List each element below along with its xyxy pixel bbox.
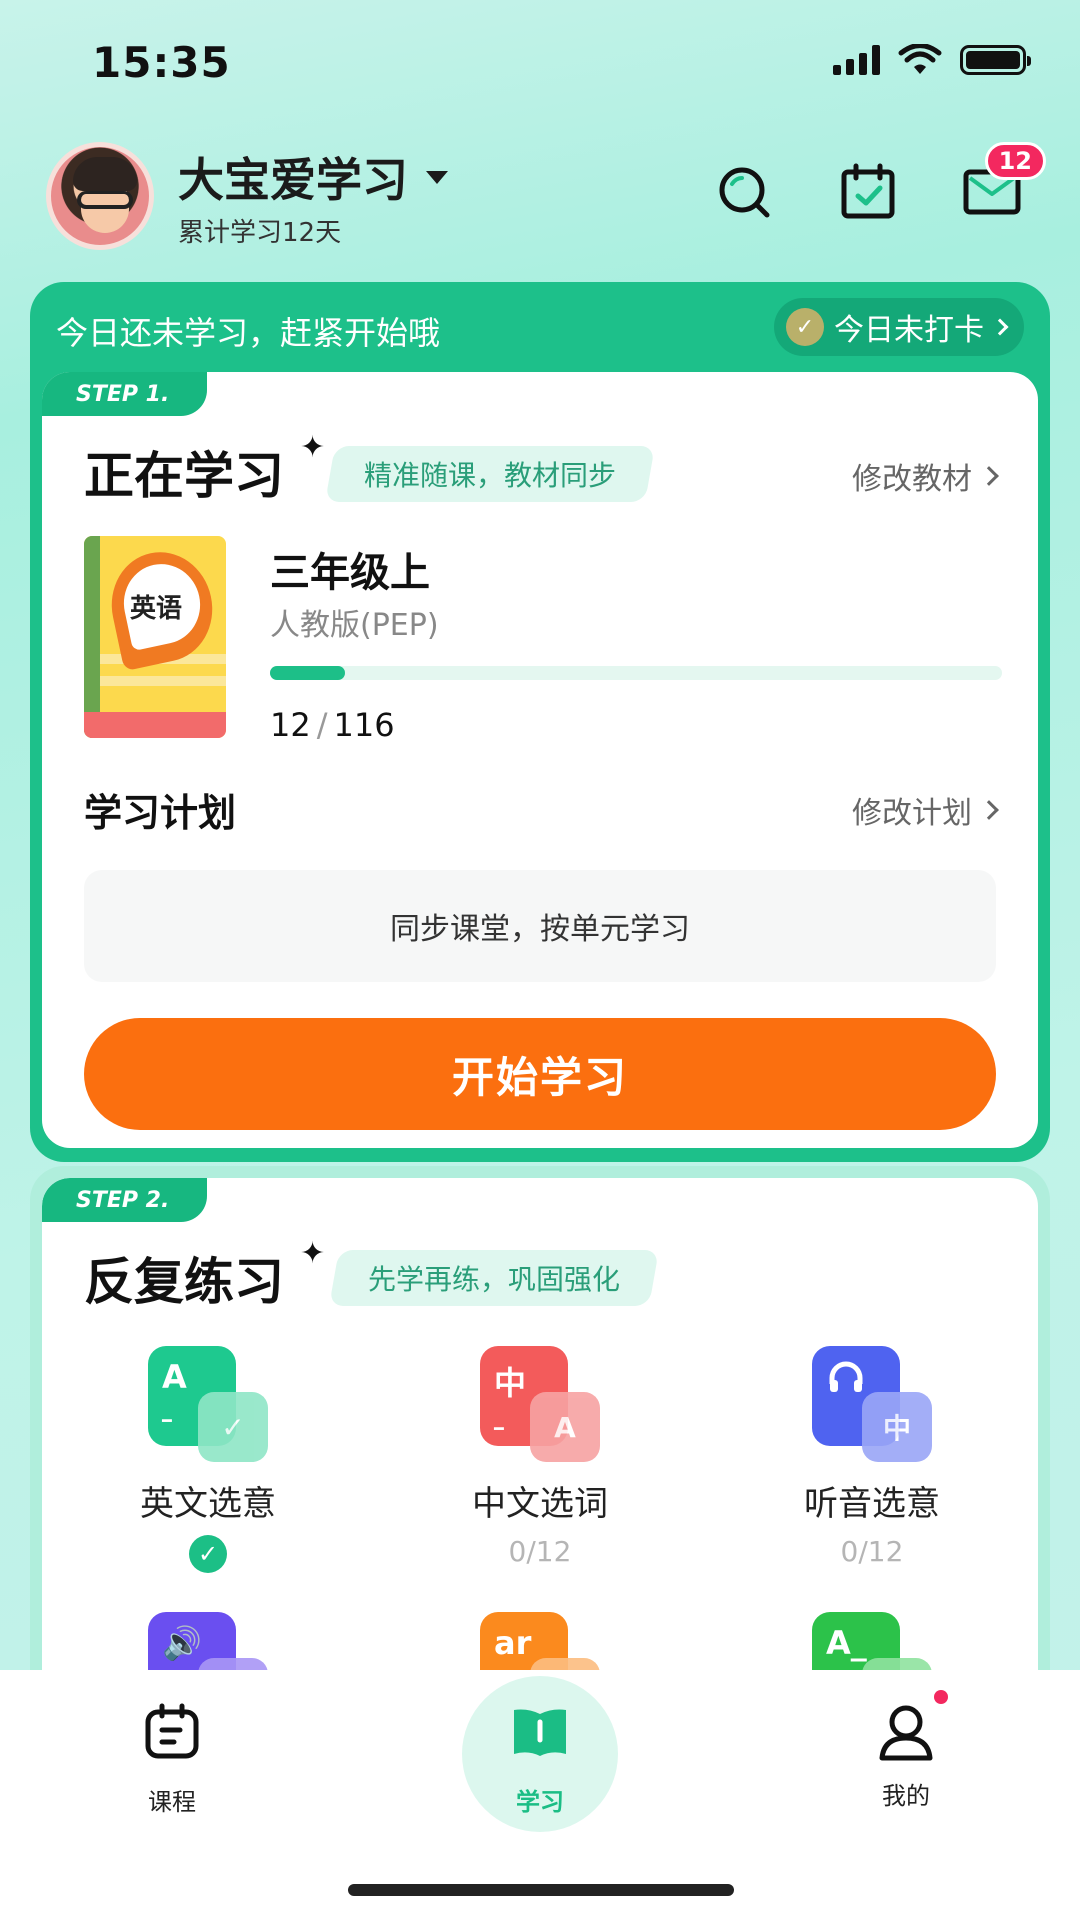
book-icon <box>514 1709 566 1756</box>
status-time: 15:35 <box>92 38 231 87</box>
completed-check-icon: ✓ <box>189 1535 227 1573</box>
change-plan-link[interactable]: 修改计划 <box>852 788 999 832</box>
tab-label: 我的 <box>882 1782 930 1810</box>
step-label: STEP 2. <box>42 1178 208 1222</box>
edition-label: 人教版(PEP) <box>270 608 439 643</box>
chevron-right-icon <box>979 466 999 486</box>
message-button[interactable]: 12 <box>960 142 1046 224</box>
calendar-icon <box>145 1703 199 1759</box>
sparkle-icon: ✦ <box>300 430 326 465</box>
signal-icon <box>833 45 880 75</box>
progress-count: 12/116 <box>270 706 395 744</box>
exercise-english-choice[interactable]: A ━ ━ ✓ 英文选意 ✓ <box>58 1346 358 1573</box>
grade-label: 三年级上 <box>270 550 430 596</box>
tab-label: 课程 <box>148 1788 196 1816</box>
status-icons <box>833 44 1031 76</box>
progress-total: 116 <box>333 706 395 744</box>
start-study-button[interactable]: 开始学习 <box>84 1018 996 1130</box>
status-bar: 15:35 <box>0 0 1080 110</box>
tab-bar: 课程 学习 我的 <box>0 1670 1080 1920</box>
progress-current: 12 <box>270 706 311 744</box>
tab-label: 学习 <box>516 1788 564 1816</box>
section-title: 正在学习 <box>84 447 284 505</box>
study-reminder: 今日还未学习，赶紧开始哦 <box>56 314 441 352</box>
change-plan-label: 修改计划 <box>852 796 972 831</box>
plan-description: 同步课堂，按单元学习 <box>84 870 996 982</box>
battery-icon <box>960 45 1031 75</box>
progress-fill <box>270 666 346 680</box>
calendar-check-icon[interactable] <box>836 160 900 224</box>
today-study-card: 今日还未学习，赶紧开始哦 ✓ 今日未打卡 STEP 1. 正在学习 ✦ 精准随课… <box>30 282 1050 1162</box>
chevron-right-icon <box>991 318 1009 336</box>
notification-dot <box>934 1690 948 1704</box>
username: 大宝爱学习 <box>178 153 408 207</box>
exercise-listen-choice[interactable]: 中 听音选意 0/12 <box>722 1346 1022 1568</box>
change-textbook-link[interactable]: 修改教材 <box>852 454 999 498</box>
chevron-right-icon <box>979 800 999 820</box>
message-count-badge: 12 <box>984 142 1046 180</box>
plan-title: 学习计划 <box>84 791 237 835</box>
exercise-label: 中文选词 <box>472 1484 608 1524</box>
search-icon[interactable] <box>712 160 776 224</box>
sparkle-icon: ✦ <box>300 1236 326 1271</box>
user-icon <box>874 1690 948 1764</box>
caret-down-icon <box>426 170 448 184</box>
wifi-icon <box>898 44 942 74</box>
checkin-button[interactable]: ✓ 今日未打卡 <box>774 298 1024 356</box>
textbook-cover[interactable]: 英语 <box>84 536 226 738</box>
english-choice-icon: A ━ ━ ✓ <box>148 1346 268 1468</box>
tab-courses[interactable]: 课程 <box>92 1700 252 1817</box>
step-label: STEP 1. <box>42 372 208 416</box>
exercise-label: 英文选意 <box>140 1484 276 1524</box>
feature-tag: 精准随课，教材同步 <box>325 446 655 502</box>
tab-profile[interactable]: 我的 <box>826 1690 986 1811</box>
progress-bar <box>270 666 1002 680</box>
exercise-progress: 0/12 <box>508 1535 572 1568</box>
avatar[interactable] <box>46 142 154 250</box>
username-switcher[interactable]: 大宝爱学习 <box>178 144 448 210</box>
exercise-chinese-choice[interactable]: 中 ━ ━ A 中文选词 0/12 <box>390 1346 690 1568</box>
tab-study[interactable]: 学习 <box>460 1700 620 1817</box>
book-cover-label: 英语 <box>130 594 183 624</box>
exercise-progress: 0/12 <box>840 1535 904 1568</box>
practice-card: STEP 2. 反复练习 ✦ 先学再练，巩固强化 A ━ ━ ✓ 英文选意 ✓ 中 ━… <box>42 1178 1038 1698</box>
section-title: 反复练习 <box>84 1253 284 1311</box>
feature-tag: 先学再练，巩固强化 <box>329 1250 659 1306</box>
home-indicator <box>348 1884 734 1896</box>
chinese-choice-icon: 中 ━ ━ A <box>480 1346 600 1476</box>
exercise-label: 听音选意 <box>804 1484 940 1524</box>
headphone-icon: 中 <box>812 1346 932 1462</box>
checkin-label: 今日未打卡 <box>834 313 984 348</box>
check-circle-icon: ✓ <box>786 308 824 346</box>
current-study-panel: STEP 1. 正在学习 ✦ 精准随课，教材同步 修改教材 英语 三年级上 人教… <box>42 372 1038 1148</box>
change-textbook-label: 修改教材 <box>852 462 972 497</box>
study-days: 累计学习12天 <box>178 218 342 248</box>
header: 大宝爱学习 累计学习12天 12 <box>0 130 1080 260</box>
progress-separator: / <box>316 706 328 744</box>
